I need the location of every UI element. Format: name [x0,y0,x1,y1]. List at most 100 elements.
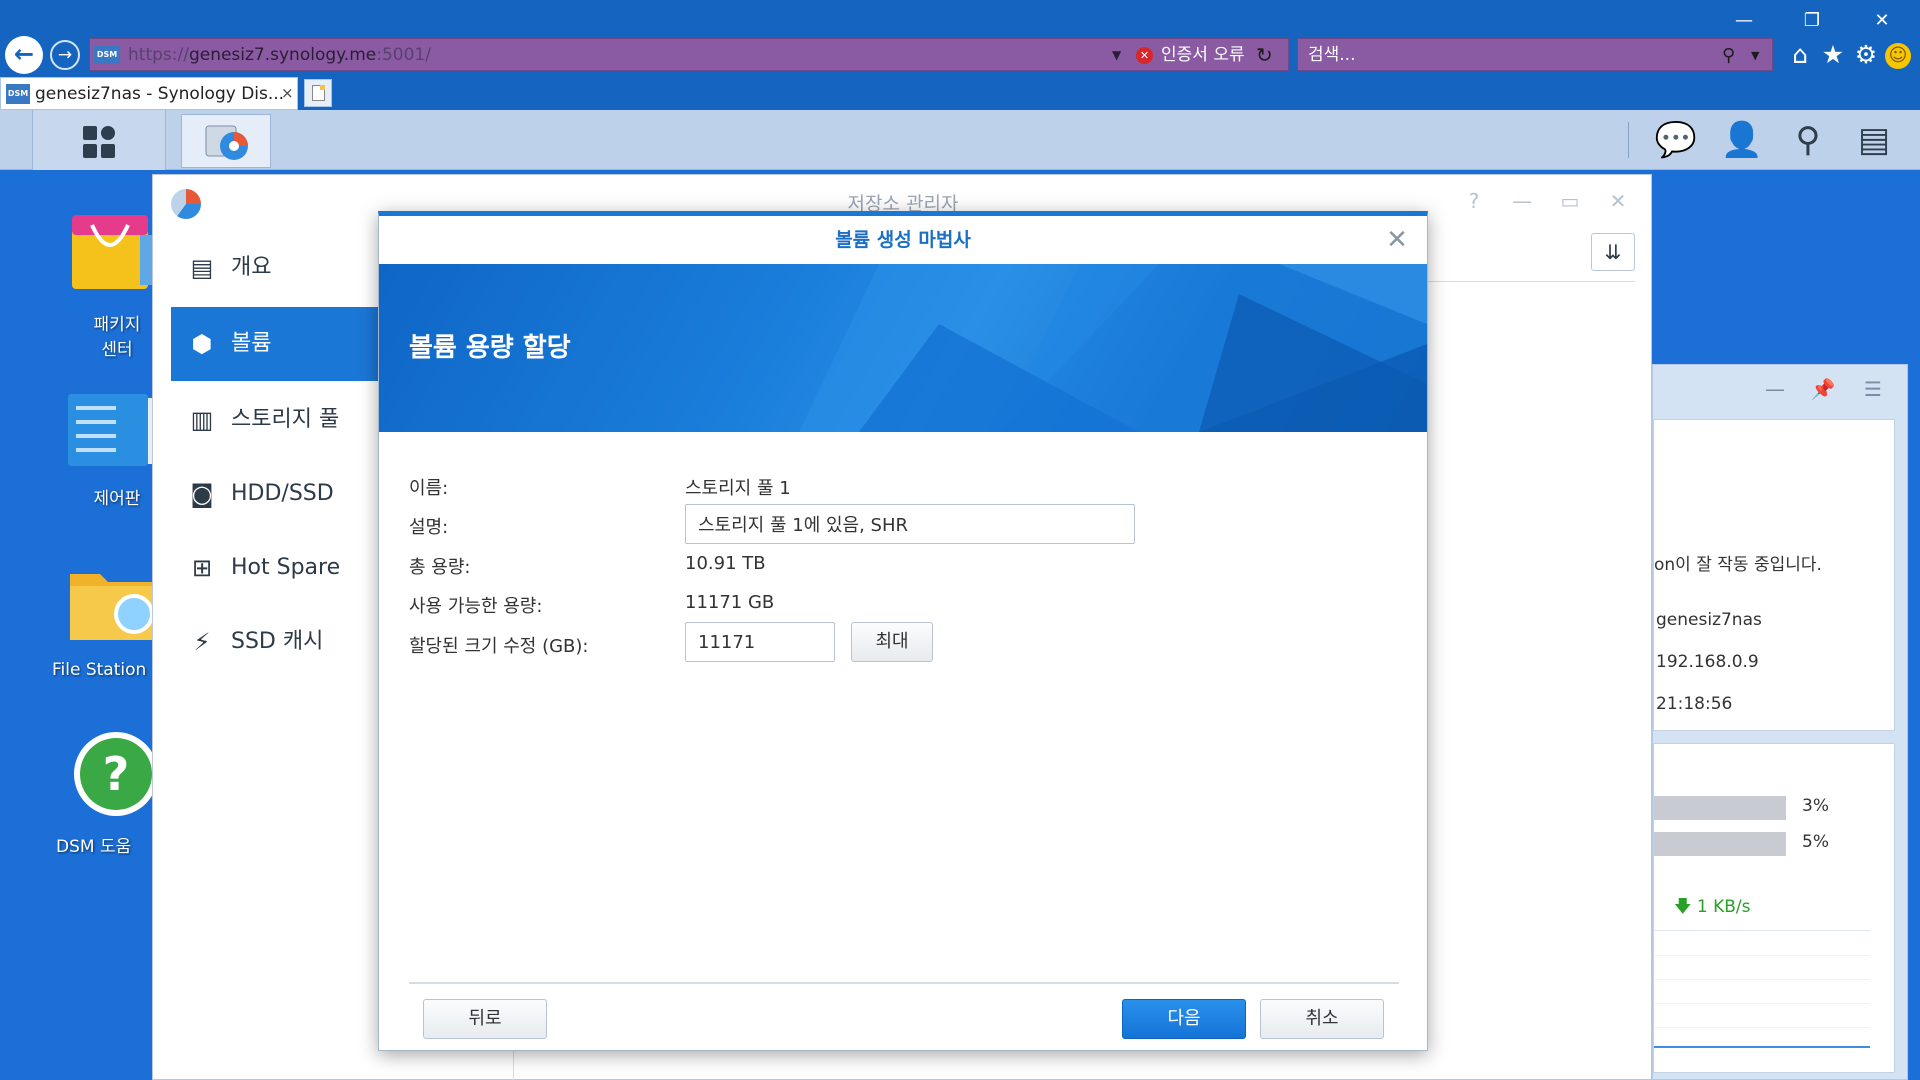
tab-favicon: DSM [6,84,30,104]
tab-title: genesiz7nas - Synology Dis... [35,84,285,104]
description-input[interactable] [685,504,1135,544]
forward-button[interactable]: → [50,40,80,70]
allocated-size-input[interactable] [685,622,835,662]
minimize-icon[interactable]: — [1507,187,1537,215]
restore-window-button[interactable]: ❐ [1792,6,1832,36]
new-tab-icon [312,85,325,101]
storage-pool-icon: ▥ [190,406,214,434]
refresh-icon[interactable]: ↻ [1256,39,1273,72]
sidebar-item-label: 개요 [231,255,272,280]
allocated-size-label: 할당된 크기 수정 (GB): [409,636,589,657]
volume-creation-wizard: 볼륨 생성 마법사 ✕ 볼륨 용량 할당 이름: 스토리지 풀 1 설명: 총 … [378,211,1428,1051]
search-dropdown-icon[interactable]: ▼ [1751,39,1759,72]
graph-gridline [1654,979,1870,980]
total-capacity-value: 10.91 TB [685,553,766,574]
minimize-window-button[interactable]: — [1724,6,1764,36]
search-icon[interactable]: ⚲ [1786,118,1830,162]
notifications-chat-icon[interactable]: 💬 [1654,118,1698,162]
footer-divider [409,982,1399,984]
widget-menu-icon[interactable]: ☰ [1859,375,1887,403]
settings-gear-icon[interactable]: ⚙ [1851,40,1881,70]
server-name: genesiz7nas [1656,610,1762,630]
home-icon[interactable]: ⌂ [1785,40,1815,70]
url-scheme: https:// [128,45,189,65]
cpu-usage-percent: 3% [1802,796,1829,816]
help-icon[interactable]: ? [1459,187,1489,215]
network-graph [1654,930,1870,1054]
system-widget-panel: — 📌 ☰ on이 잘 작동 중입니다. genesiz7nas 192.168… [1652,364,1908,1080]
total-capacity-label: 총 용량: [409,557,471,578]
wizard-banner: 볼륨 용량 할당 [379,264,1427,432]
widget-minimize-icon[interactable]: — [1761,375,1789,403]
search-icon[interactable]: ⚲ [1722,39,1735,72]
back-button[interactable]: ← [5,36,43,74]
volume-icon: ⬢ [191,330,213,358]
desktop-icon-label: DSM 도움 [56,837,132,857]
ram-usage-percent: 5% [1802,832,1829,852]
control-panel-icon [68,394,162,466]
widgets-icon[interactable]: ▤ [1852,118,1896,162]
package-center-icon [72,215,160,289]
taskbar-storage-manager[interactable] [181,114,271,168]
cancel-button[interactable]: 취소 [1260,999,1384,1039]
graph-gridline [1654,1003,1870,1004]
overview-icon: ▤ [190,254,214,282]
divider [1425,281,1635,282]
name-label: 이름: [409,478,449,499]
tab-close-icon[interactable]: × [281,78,294,109]
close-window-button[interactable]: ✕ [1862,6,1902,36]
widget-pin-icon[interactable]: 📌 [1809,375,1837,403]
description-label: 설명: [409,517,449,538]
main-menu-icon [83,126,97,140]
site-favicon: DSM [94,46,120,64]
file-station-icon [70,574,156,640]
maximize-icon[interactable]: ▭ [1555,187,1585,215]
search-bar[interactable]: 검색... ⚲ ▼ [1297,38,1773,71]
system-health-widget: on이 잘 작동 중입니다. genesiz7nas 192.168.0.9 2… [1653,419,1895,731]
main-menu-icon-part [101,144,115,158]
search-input[interactable]: 검색... [1308,39,1356,72]
favorites-star-icon[interactable]: ★ [1818,40,1848,70]
max-button[interactable]: 최대 [851,622,933,662]
sort-button[interactable]: ⇊ [1591,233,1635,271]
url-host: genesiz7.synology.me [188,45,377,65]
hot-spare-icon: ⊞ [191,554,213,582]
url-port: :5001/ [376,45,431,65]
hdd-icon: ◙ [190,480,214,508]
ssd-cache-icon: ⚡ [193,628,211,656]
new-tab-button[interactable] [304,79,332,107]
sidebar-item-label: 스토리지 풀 [231,407,340,432]
certificate-error-label[interactable]: 인증서 오류 [1161,39,1245,72]
browser-tab[interactable]: DSM genesiz7nas - Synology Dis... × [0,77,298,110]
next-button[interactable]: 다음 [1122,999,1246,1039]
main-menu-icon-part [83,144,97,158]
dsm-taskbar: 💬 👤 ⚲ ▤ [0,110,1920,170]
server-time: 21:18:56 [1656,694,1733,714]
desktop-icon-label: File Station [52,660,147,680]
tray-separator [1628,122,1629,158]
name-value: 스토리지 풀 1 [685,478,791,499]
main-menu-icon-part [101,126,115,140]
address-bar[interactable]: DSM https://genesiz7.synology.me:5001/ ▼… [89,38,1289,71]
close-icon[interactable]: ✕ [1603,187,1633,215]
close-icon[interactable]: ✕ [1379,222,1415,258]
help-question-icon: ? [74,732,158,816]
graph-line [1654,1046,1870,1048]
back-button[interactable]: 뒤로 [423,999,547,1039]
main-menu-button[interactable] [32,110,166,170]
sidebar-item-label: SSD 캐시 [231,629,324,654]
certificate-error-icon[interactable]: ✕ [1136,47,1153,64]
server-ip: 192.168.0.9 [1656,652,1759,672]
address-dropdown-icon[interactable]: ▼ [1112,39,1121,72]
feedback-smiley-icon[interactable]: ☺ [1885,43,1911,69]
wizard-title: 볼륨 생성 마법사 [835,229,971,251]
address-url[interactable]: https://genesiz7.synology.me:5001/ [128,39,431,72]
network-speed-value: 1 KB/s [1696,897,1751,917]
sidebar-item-label: 볼륨 [231,331,272,356]
user-icon[interactable]: 👤 [1720,118,1764,162]
resource-monitor-widget: 3% 5% 🡇 1 KB/s [1653,743,1895,1073]
cpu-usage-bar [1654,796,1786,820]
sidebar-item-label: HDD/SSD [231,481,334,506]
graph-gridline [1654,955,1870,956]
available-capacity-label: 사용 가능한 용량: [409,596,543,617]
